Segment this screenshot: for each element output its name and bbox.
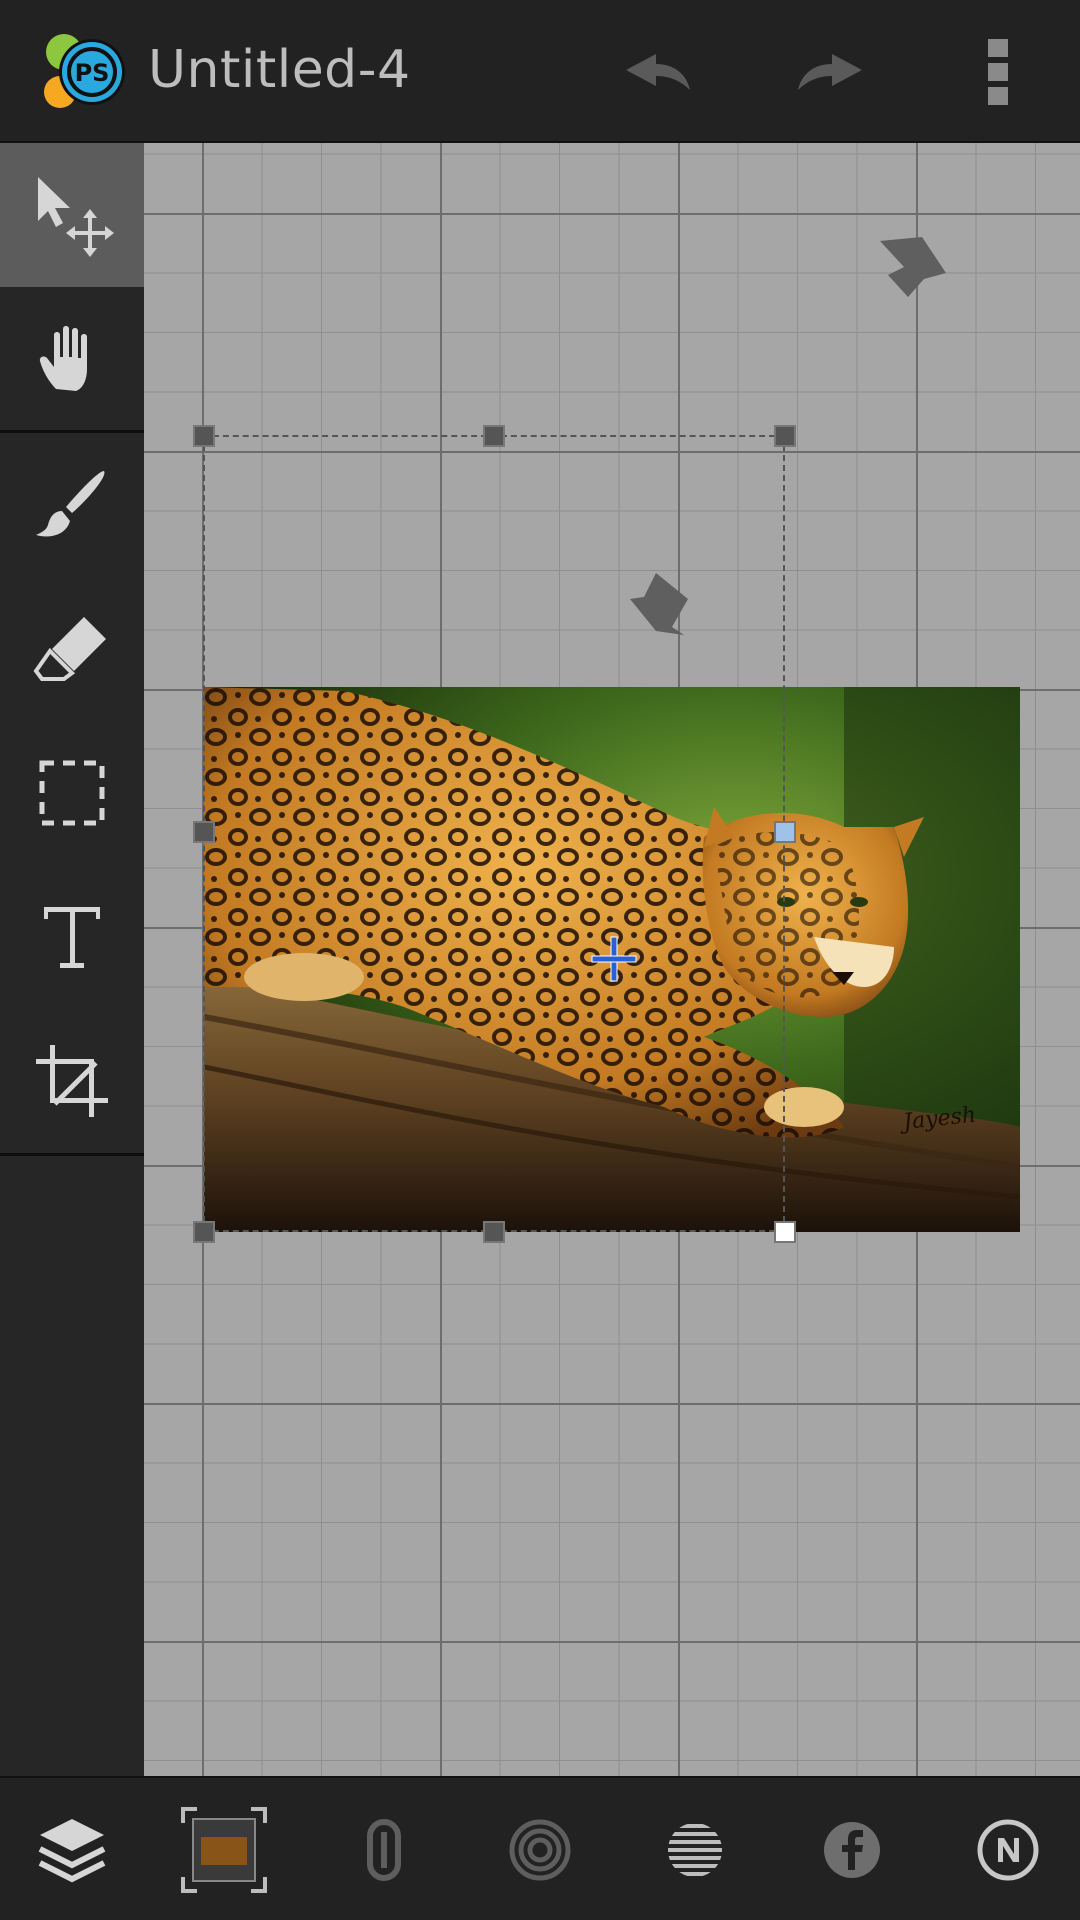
layer-thumbnail-icon	[181, 1807, 267, 1893]
blend-button[interactable]	[490, 1800, 590, 1900]
link-button[interactable]	[334, 1800, 434, 1900]
eraser-tool[interactable]	[0, 577, 144, 721]
layers-button[interactable]	[22, 1800, 122, 1900]
transform-handle-top-right[interactable]	[774, 425, 796, 447]
transform-handle-bottom-left[interactable]	[193, 1221, 215, 1243]
transform-handle-bottom-center[interactable]	[483, 1221, 505, 1243]
facebook-share-button[interactable]	[802, 1800, 902, 1900]
layers-icon	[38, 1819, 106, 1883]
n-circle-button[interactable]	[958, 1800, 1058, 1900]
toolbar-divider	[0, 1153, 144, 1156]
ps-express-logo-icon[interactable]: PS	[40, 26, 136, 118]
svg-text:PS: PS	[75, 59, 110, 87]
text-tool-icon	[44, 907, 100, 968]
text-tool[interactable]	[0, 865, 144, 1009]
blend-circle-icon	[509, 1819, 571, 1881]
facebook-icon	[824, 1822, 880, 1878]
marquee-tool[interactable]	[0, 721, 144, 865]
brush-tool[interactable]	[0, 433, 144, 577]
brush-icon	[36, 471, 105, 537]
hand-tool[interactable]	[0, 287, 144, 431]
marquee-select-icon	[39, 760, 105, 826]
transform-handle-top-center[interactable]	[483, 425, 505, 447]
hand-icon	[39, 326, 87, 391]
undo-icon	[626, 54, 690, 90]
eraser-icon	[33, 617, 106, 681]
canvas-area[interactable]: Jayesh	[144, 143, 1080, 1776]
move-select-icon	[38, 177, 114, 257]
tool-palette	[0, 143, 144, 1776]
opacity-button[interactable]	[645, 1800, 745, 1900]
redo-button[interactable]	[788, 30, 872, 114]
document-title: Untitled-4	[148, 40, 411, 100]
layer-thumbnail-button[interactable]	[178, 1804, 270, 1896]
overflow-menu-icon	[988, 39, 1008, 105]
transform-handle-middle-left[interactable]	[193, 821, 215, 843]
crop-icon	[36, 1045, 108, 1117]
overflow-menu-button[interactable]	[956, 30, 1040, 114]
crop-tool[interactable]	[0, 1009, 144, 1153]
bottom-action-bar	[0, 1776, 1080, 1920]
link-icon	[367, 1819, 401, 1881]
rotate-handle-icon[interactable]	[874, 233, 950, 307]
transform-bounding-box[interactable]	[203, 435, 785, 1232]
undo-button[interactable]	[616, 30, 700, 114]
transform-handle-middle-right[interactable]	[774, 821, 796, 843]
transform-handle-top-left[interactable]	[193, 425, 215, 447]
transform-handle-bottom-right[interactable]	[774, 1221, 796, 1243]
top-action-bar: PS Untitled-4	[0, 0, 1080, 143]
n-circle-icon	[977, 1819, 1039, 1881]
opacity-stripes-icon	[668, 1824, 722, 1876]
move-select-tool[interactable]	[0, 143, 144, 287]
redo-icon	[798, 54, 862, 90]
